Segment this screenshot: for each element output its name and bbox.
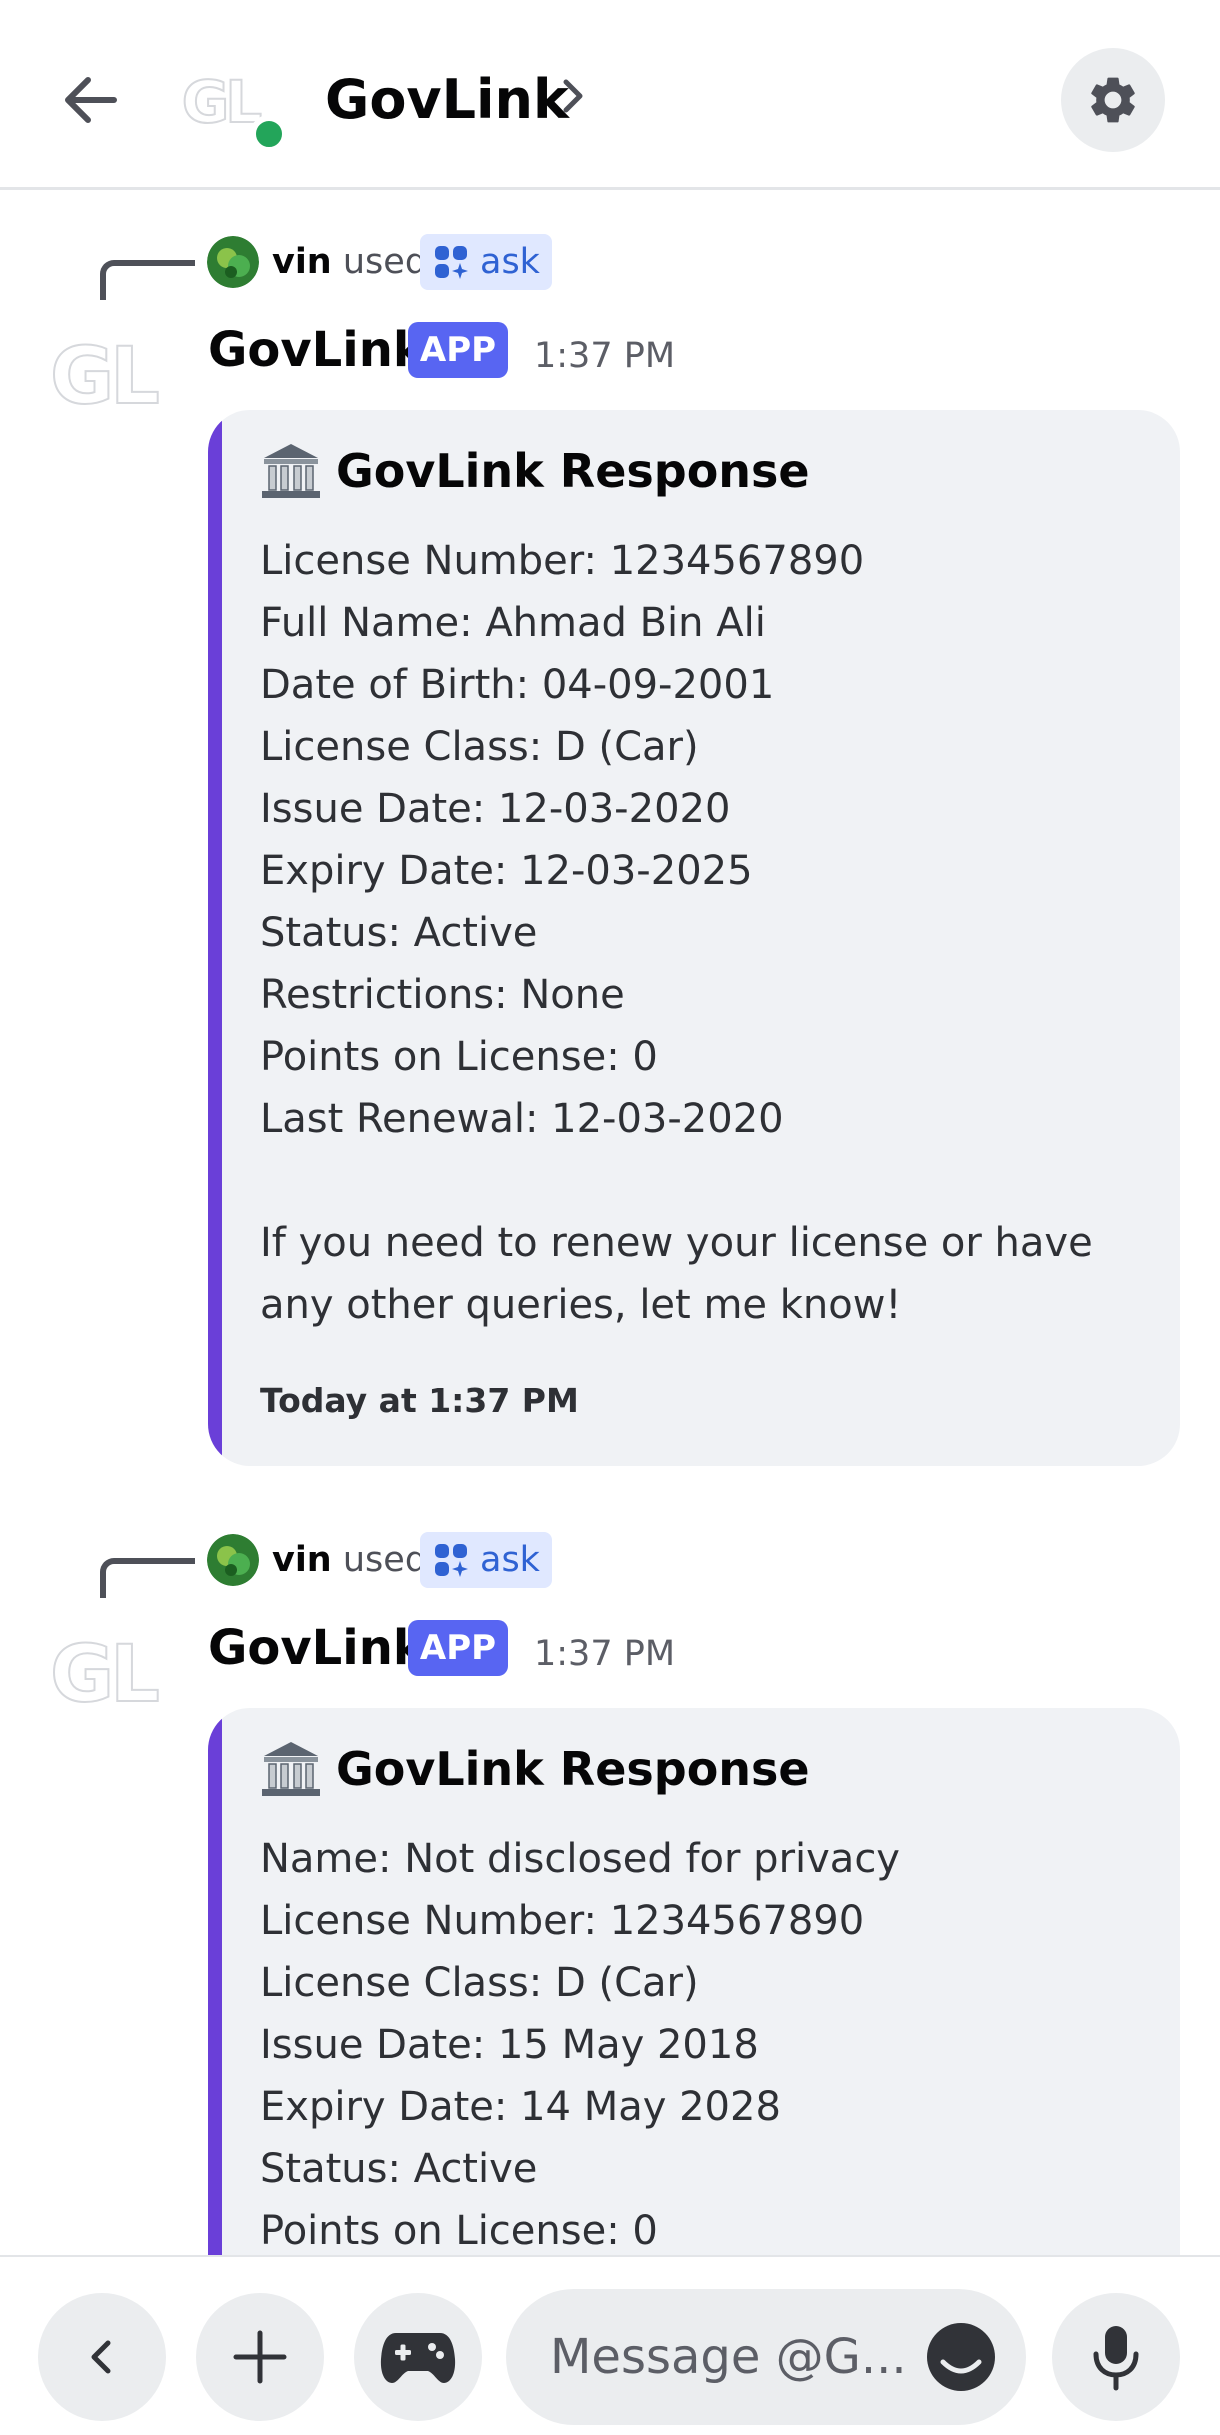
bank-icon [262, 444, 320, 498]
embed-line: Issue Date: 15 May 2018 [260, 2022, 759, 2068]
embed-line: License Class: D (Car) [260, 1960, 699, 2006]
embed-line: any other queries, let me know! [260, 1282, 902, 1328]
embed-line: Restrictions: None [260, 972, 625, 1018]
online-status-indicator [250, 115, 288, 153]
microphone-icon [1093, 2326, 1139, 2391]
activities-button[interactable] [354, 2293, 482, 2421]
command-usage-text: vin used [272, 236, 427, 288]
embed-body: Name: Not disclosed for privacy License … [260, 1828, 1140, 2262]
embed-line: Expiry Date: 12-03-2025 [260, 848, 753, 894]
embed-blank-line [260, 1150, 1140, 1212]
bot-avatar-logo-text: GL [49, 331, 161, 423]
command-usage-text: vin used [272, 1534, 427, 1586]
bank-icon [262, 1742, 320, 1796]
attach-button[interactable] [196, 2293, 324, 2421]
gamepad-icon [380, 2333, 456, 2383]
bot-avatar-logo-text: GL [49, 1629, 161, 1721]
bot-avatar[interactable]: GL [42, 316, 164, 438]
gear-icon [1091, 77, 1135, 123]
message-composer: Message @G... [0, 2255, 1220, 2435]
embed-line: Status: Active [260, 910, 538, 956]
embed-line: Expiry Date: 14 May 2028 [260, 2084, 781, 2130]
embed-line: Issue Date: 12-03-2020 [260, 786, 731, 832]
app-badge: APP [408, 1620, 508, 1676]
user-avatar[interactable] [207, 236, 259, 288]
embed-line: Date of Birth: 04-09-2001 [260, 662, 775, 708]
embed-line: Points on License: 0 [260, 1034, 658, 1080]
message-input[interactable]: Message @G... [506, 2289, 1026, 2425]
command-name: ask [480, 242, 540, 282]
embed-line: Full Name: Ahmad Bin Ali [260, 600, 766, 646]
command-user-name[interactable]: vin [272, 242, 332, 282]
embed-title-text: GovLink Response [336, 1742, 810, 1796]
chevron-right-icon[interactable] [556, 76, 590, 116]
author-name[interactable]: GovLink [208, 318, 425, 382]
command-pill[interactable]: ask [420, 234, 552, 290]
command-icon [435, 1544, 468, 1577]
embed-title-text: GovLink Response [336, 444, 810, 498]
embed-line: Points on License: 0 [260, 2208, 658, 2254]
embed-title: GovLink Response [260, 1736, 810, 1802]
bot-avatar[interactable]: GL [42, 1614, 164, 1736]
embed-accent-bar [208, 410, 222, 1466]
settings-button[interactable] [1061, 48, 1165, 152]
reply-connector [100, 1558, 195, 1598]
avatar-logo-text: GL [181, 67, 264, 137]
reply-connector [100, 260, 195, 300]
response-embed: GovLink Response License Number: 1234567… [208, 410, 1180, 1466]
command-pill[interactable]: ask [420, 1532, 552, 1588]
voice-message-button[interactable] [1052, 2293, 1180, 2421]
embed-footer-timestamp: Today at 1:37 PM [260, 1381, 579, 1420]
embed-line: License Number: 1234567890 [260, 1898, 865, 1944]
embed-line: License Class: D (Car) [260, 724, 699, 770]
emoji-icon[interactable] [926, 2322, 996, 2392]
app-badge: APP [408, 322, 508, 378]
embed-line: Status: Active [260, 2146, 538, 2192]
chat-header: GL GovLink [0, 0, 1220, 190]
chevron-left-icon [91, 2340, 111, 2374]
header-avatar[interactable]: GL [180, 62, 264, 142]
embed-line: Name: Not disclosed for privacy [260, 1836, 900, 1882]
message-timestamp: 1:37 PM [534, 1634, 676, 1674]
command-name: ask [480, 1540, 540, 1580]
channel-title[interactable]: GovLink [325, 62, 569, 138]
message-timestamp: 1:37 PM [534, 336, 676, 376]
embed-line: License Number: 1234567890 [260, 538, 865, 584]
collapse-button[interactable] [38, 2293, 166, 2421]
message-input-placeholder: Message @G... [550, 2329, 907, 2385]
used-label: used [342, 1540, 428, 1580]
command-user-name[interactable]: vin [272, 1540, 332, 1580]
back-arrow-icon [65, 77, 117, 123]
embed-line: If you need to renew your license or hav… [260, 1220, 1093, 1266]
plus-icon [233, 2330, 287, 2384]
user-avatar[interactable] [207, 1534, 259, 1586]
used-label: used [342, 242, 428, 282]
author-name[interactable]: GovLink [208, 1616, 425, 1680]
embed-body: License Number: 1234567890 Full Name: Ah… [260, 530, 1140, 1336]
embed-title: GovLink Response [260, 438, 810, 504]
embed-line: Last Renewal: 12-03-2020 [260, 1096, 784, 1142]
command-icon [435, 246, 468, 279]
back-button[interactable] [50, 60, 130, 140]
